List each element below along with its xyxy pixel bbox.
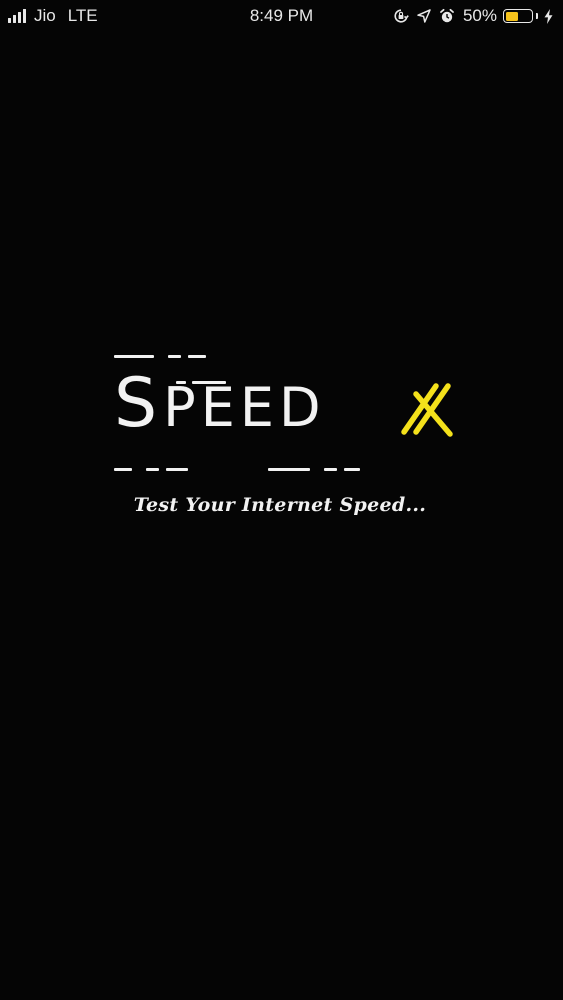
splash-screen: Jio LTE 8:49 PM 50% SPEED Test Your Inte…	[0, 0, 563, 1000]
battery-cap	[536, 13, 538, 19]
speed-dash	[168, 355, 181, 358]
speed-dash	[114, 355, 154, 358]
speed-dash	[268, 468, 310, 471]
signal-icon	[8, 9, 28, 23]
charging-bolt-icon	[544, 8, 553, 24]
orientation-lock-icon	[393, 8, 409, 24]
logo-first-letter: S	[114, 364, 164, 443]
carrier-name: Jio	[34, 6, 56, 25]
battery-level-fill	[505, 11, 518, 21]
logo-word-rest: PEED	[163, 376, 326, 439]
status-bar: Jio LTE 8:49 PM 50%	[0, 0, 563, 32]
app-tagline: Test Your Internet Speed...	[133, 494, 427, 516]
status-bar-left: Jio LTE	[8, 6, 98, 26]
location-arrow-icon	[417, 9, 431, 23]
logo-x-mark	[401, 383, 453, 437]
speed-dash	[146, 468, 159, 471]
alarm-icon	[439, 8, 455, 24]
speed-dash	[166, 468, 188, 471]
speed-dash	[344, 468, 360, 471]
speedx-logo: SPEED Test Your Internet Speed...	[110, 348, 460, 528]
speed-dash	[114, 468, 132, 471]
logo-wordmark: SPEED	[114, 370, 326, 438]
network-type: LTE	[67, 6, 98, 25]
speed-dash	[188, 355, 206, 358]
status-bar-right: 50%	[393, 5, 553, 27]
speed-dash	[324, 468, 337, 471]
battery-percent: 50%	[462, 6, 497, 25]
battery-icon	[503, 9, 533, 23]
